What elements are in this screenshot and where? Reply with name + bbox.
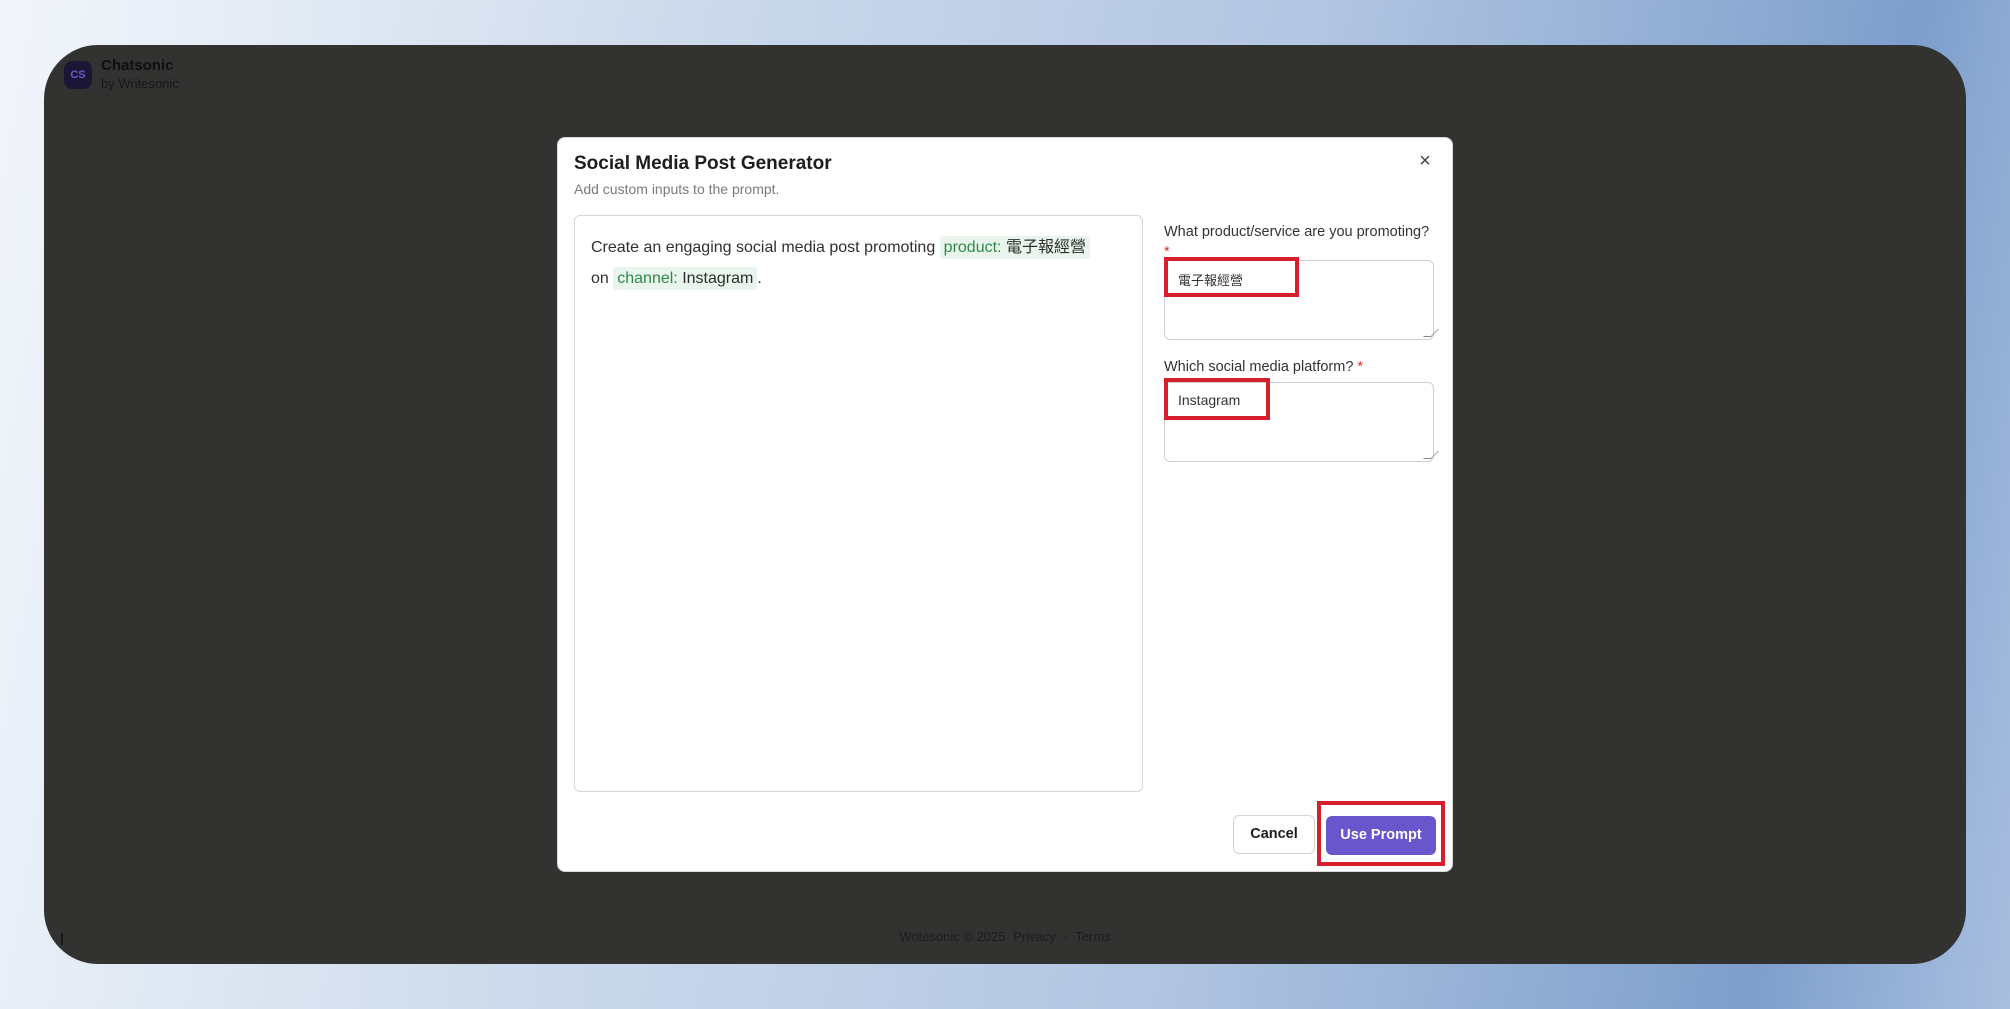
modal-subtitle: Add custom inputs to the prompt.: [574, 181, 780, 197]
footer-terms-link[interactable]: Terms: [1075, 929, 1110, 944]
prompt-text-end: .: [757, 270, 762, 287]
variable-chip-product[interactable]: product: 電子報經營: [939, 236, 1090, 259]
platform-field-label: Which social media platform? *: [1164, 357, 1434, 377]
modal-title: Social Media Post Generator: [574, 153, 832, 174]
prompt-text-before: Create an engaging social media post pro…: [591, 239, 936, 256]
footer: Writesonic © 2025 Privacy · Terms: [44, 929, 1966, 944]
platform-label-text: Which social media platform?: [1164, 359, 1354, 375]
resize-handle-icon[interactable]: [1423, 329, 1439, 337]
app-name: Chatsonic: [101, 57, 174, 74]
footer-copyright: Writesonic © 2025: [899, 929, 1006, 944]
product-field-label: What product/service are you promoting? …: [1164, 222, 1434, 262]
close-icon[interactable]: ×: [1414, 150, 1436, 172]
highlight-box-use-prompt: [1317, 801, 1445, 866]
variable-key-channel: channel:: [617, 270, 678, 287]
prompt-text-middle: on: [591, 270, 609, 287]
product-label-text: What product/service are you promoting?: [1164, 224, 1430, 240]
highlight-box-product: [1164, 257, 1299, 297]
chatsonic-logo: CS: [64, 61, 92, 89]
highlight-box-platform: [1164, 378, 1270, 420]
prompt-modal: Social Media Post Generator Add custom i…: [557, 137, 1453, 872]
variable-value-product: 電子報經營: [1005, 239, 1086, 256]
brand-text: Chatsonic by Writesonic: [101, 57, 179, 93]
resize-handle-icon[interactable]: [1423, 451, 1439, 459]
variable-value-channel: Instagram: [682, 270, 754, 287]
footer-privacy-link[interactable]: Privacy: [1013, 929, 1056, 944]
footer-separator: ·: [1063, 929, 1068, 944]
variable-chip-channel[interactable]: channel: Instagram: [613, 267, 758, 290]
variable-key-product: product:: [943, 239, 1002, 256]
prompt-preview[interactable]: Create an engaging social media post pro…: [574, 215, 1143, 792]
app-subtitle: by Writesonic: [101, 76, 179, 91]
required-mark: *: [1357, 359, 1364, 375]
cancel-button[interactable]: Cancel: [1233, 815, 1315, 854]
brand[interactable]: CS Chatsonic by Writesonic: [64, 57, 179, 93]
